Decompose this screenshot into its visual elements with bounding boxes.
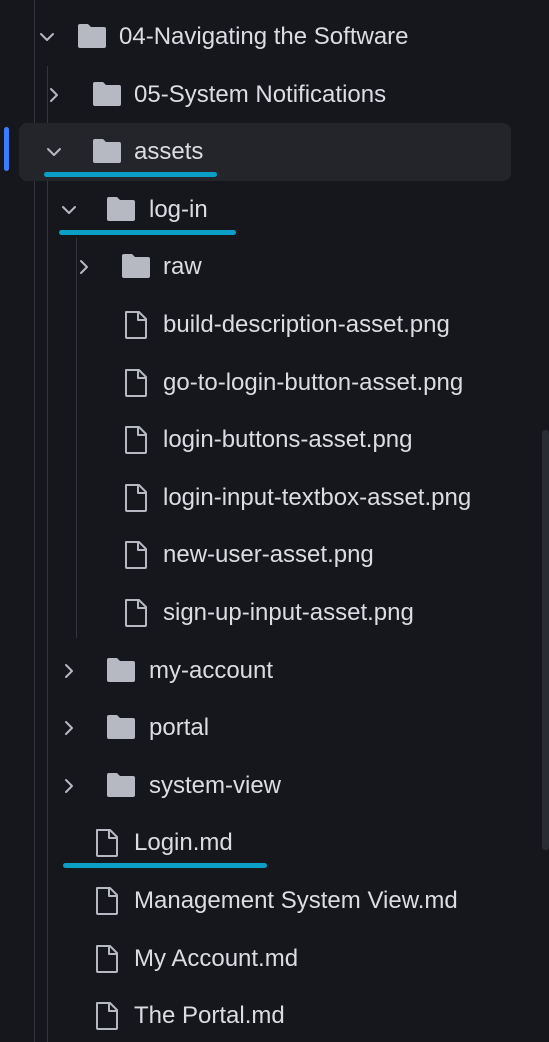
tree-item-label: login-input-textbox-asset.png — [163, 483, 472, 511]
tree-item-label: go-to-login-button-asset.png — [163, 368, 464, 396]
folder-icon — [106, 656, 136, 684]
scrollbar[interactable] — [542, 430, 549, 850]
tree-item-label: portal — [149, 714, 210, 742]
chevron-down-icon[interactable] — [61, 202, 77, 218]
chevron-right-icon[interactable] — [61, 663, 77, 679]
file-icon — [123, 310, 149, 340]
folder-icon — [106, 713, 136, 741]
tree-item-label: assets — [134, 138, 204, 166]
tree-item-label: sign-up-input-asset.png — [163, 599, 414, 626]
tree-item-system-view[interactable]: system-view — [0, 757, 549, 815]
file-icon — [123, 425, 149, 455]
file-icon — [123, 368, 149, 398]
file-icon — [94, 886, 120, 916]
tree-item-label: 05-System Notifications — [134, 80, 387, 108]
chevron-down-icon[interactable] — [46, 144, 62, 160]
chevron-right-icon[interactable] — [61, 720, 77, 736]
tree-item-label: Management System View.md — [134, 887, 458, 914]
chevron-right-icon[interactable] — [61, 778, 77, 794]
file-icon — [123, 598, 149, 628]
folder-icon — [92, 80, 122, 108]
annotation-underline — [59, 229, 236, 235]
tree-item-login-md[interactable]: Login.md — [0, 814, 549, 872]
tree-item-label: new-user-asset.png — [163, 541, 374, 569]
annotation-underline — [63, 863, 267, 869]
tree-item-label: my-account — [149, 656, 274, 684]
file-icon — [94, 1001, 120, 1031]
chevron-right-icon[interactable] — [76, 259, 92, 275]
file-icon — [94, 944, 120, 974]
tree-item-label: system-view — [149, 771, 282, 799]
tree-item-the-portal-md[interactable]: The Portal.md — [0, 987, 549, 1042]
tree-item-04-navigating-the-software[interactable]: 04-Navigating the Software — [0, 8, 549, 66]
tree-item-label: 04-Navigating the Software — [119, 23, 409, 50]
tree-item-label: login-buttons-asset.png — [163, 426, 413, 454]
file-icon — [94, 828, 120, 858]
tree-item-my-account-md[interactable]: My Account.md — [0, 930, 549, 988]
tree-item-label: build-description-asset.png — [163, 311, 450, 338]
tree-item-login-buttons-asset-png[interactable]: login-buttons-asset.png — [0, 411, 549, 469]
tree-item-label: The Portal.md — [134, 1002, 285, 1030]
folder-icon — [77, 22, 107, 50]
chevron-right-icon[interactable] — [46, 87, 62, 103]
tree-item-login-input-textbox-asset-png[interactable]: login-input-textbox-asset.png — [0, 469, 549, 527]
tree-item-label: log-in — [149, 195, 208, 223]
file-icon — [123, 540, 149, 570]
folder-icon — [92, 137, 122, 165]
tree-item-label: raw — [163, 253, 202, 281]
file-icon — [123, 483, 149, 513]
file-explorer-tree: 04-Navigating the Software 05-System Noti… — [0, 0, 549, 1042]
tree-item-my-account[interactable]: my-account — [0, 642, 549, 700]
annotation-underline — [44, 172, 217, 178]
tree-item-log-in[interactable]: log-in — [0, 181, 549, 239]
tree-item-label: My Account.md — [134, 944, 299, 972]
tree-item-go-to-login-button-asset-png[interactable]: go-to-login-button-asset.png — [0, 354, 549, 412]
tree-item-05-system-notifications[interactable]: 05-System Notifications — [0, 66, 549, 124]
tree-item-assets[interactable]: assets — [0, 123, 549, 182]
tree-item-management-system-view-md[interactable]: Management System View.md — [0, 872, 549, 930]
folder-icon — [106, 771, 136, 799]
folder-icon — [106, 195, 136, 223]
tree-item-portal[interactable]: portal — [0, 699, 549, 757]
folder-icon — [121, 252, 151, 280]
tree-item-label: Login.md — [134, 829, 233, 857]
chevron-down-icon[interactable] — [39, 29, 55, 45]
tree-item-new-user-asset-png[interactable]: new-user-asset.png — [0, 526, 549, 584]
tree-item-sign-up-input-asset-png[interactable]: sign-up-input-asset.png — [0, 584, 549, 642]
tree-item-build-description-asset-png[interactable]: build-description-asset.png — [0, 296, 549, 354]
tree-item-raw[interactable]: raw — [0, 238, 549, 296]
